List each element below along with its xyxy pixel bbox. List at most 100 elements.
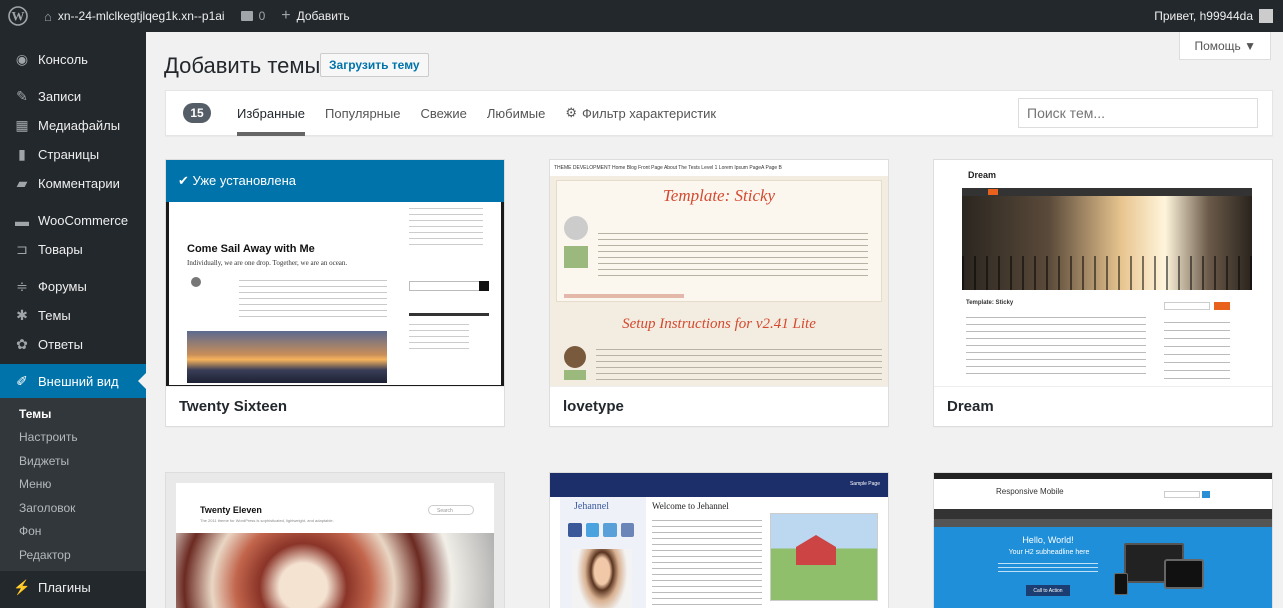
comments-count: 0 [258,9,266,23]
woocommerce-icon: ▬ [15,212,29,229]
submenu-header[interactable]: Заголовок [0,496,146,520]
theme-filter-bar: 15 Избранные Популярные Свежие Любимые ⚙… [165,90,1273,136]
menu-replies[interactable]: ✿ Ответы [0,330,146,359]
theme-card-twenty-eleven[interactable]: Twenty Eleven The 2011 theme for WordPre… [165,472,505,608]
topics-icon: ✱ [16,307,28,323]
preview-title: Come Sail Away with Me [187,243,315,255]
menu-label: Плагины [38,579,91,595]
submenu-customize[interactable]: Настроить [0,426,146,450]
menu-dashboard[interactable]: ◉ Консоль [0,45,146,74]
comments-link[interactable]: 0 [233,0,274,32]
theme-name: Dream [934,386,1272,426]
menu-label: WooCommerce [38,213,129,228]
menu-label: Темы [38,308,71,323]
preview-post-title: Template: Sticky [966,300,1014,306]
preview-sub: Your H2 subheadline here [1008,549,1090,556]
theme-count-badge: 15 [183,103,211,123]
preview-title: Twenty Eleven [200,505,262,515]
brush-icon: ✐ [16,372,28,389]
preview-nav: THEME DEVELOPMENT Home Blog Front Page A… [550,160,888,176]
wordpress-logo-icon[interactable]: W [0,0,36,32]
add-new-label: Добавить [296,9,350,23]
theme-card-dream[interactable]: Dream Template: Sticky Dream [933,159,1273,427]
menu-label: Страницы [38,147,100,162]
plus-icon: + [281,7,291,24]
menu-label: Внешний вид [38,373,119,389]
home-icon: ⌂ [44,8,52,24]
pin-icon: ✎ [16,88,28,104]
theme-card-jehannel[interactable]: Sample Page Jehannel Welcome to Jehannel [549,472,889,608]
account-menu[interactable]: Привет, h99944da [1146,0,1283,32]
theme-card-twenty-sixteen[interactable]: Come Sail Away with Me Individually, we … [165,159,505,427]
plugin-icon: ⚡ [13,578,31,595]
dashboard-icon: ◉ [15,51,29,67]
page-icon: ▮ [18,146,26,162]
tab-favorites[interactable]: Любимые [487,90,546,136]
theme-screenshot: Twenty Eleven The 2011 theme for WordPre… [166,473,504,608]
preview-logo: Jehannel [574,501,609,512]
appearance-submenu: Темы Настроить Виджеты Меню Заголовок Фо… [0,398,146,571]
theme-screenshot: Dream Template: Sticky [934,160,1272,386]
menu-topics[interactable]: ✱ Темы [0,301,146,330]
replies-icon: ✿ [16,336,28,352]
cart-icon: ⊐ [16,241,28,257]
submenu-editor[interactable]: Редактор [0,543,146,567]
gear-icon: ⚙ [565,105,578,120]
preview-tagline: Individually, we are one drop. Together,… [187,259,348,267]
menu-pages[interactable]: ▮ Страницы [0,140,146,169]
menu-comments[interactable]: ▰ Комментарии [0,169,146,198]
theme-search-input[interactable] [1018,98,1258,128]
theme-card-lovetype[interactable]: THEME DEVELOPMENT Home Blog Front Page A… [549,159,889,427]
menu-woocommerce[interactable]: ▬ WooCommerce [0,206,146,235]
menu-plugins[interactable]: ⚡ Плагины [0,573,146,602]
submenu-widgets[interactable]: Виджеты [0,449,146,473]
tab-latest[interactable]: Свежие [420,90,466,136]
theme-screenshot: Responsive Mobile Hello, World! Your H2 … [934,473,1272,608]
preview-title: Welcome to Jehannel [652,501,729,511]
svg-text:W: W [12,9,25,24]
preview-title: Template: Sticky [662,186,776,205]
preview-subtitle: Setup Instructions for v2.41 Lite [622,316,816,332]
tab-featured[interactable]: Избранные [237,90,305,136]
submenu-themes[interactable]: Темы [0,402,146,426]
help-label: Помощь ▼ [1194,38,1256,53]
submenu-background[interactable]: Фон [0,520,146,544]
tab-popular[interactable]: Популярные [325,90,400,136]
menu-label: Записи [38,89,82,104]
menu-media[interactable]: ▦ Медиафайлы [0,111,146,140]
admin-sidebar: ◉ Консоль ✎ Записи ▦ Медиафайлы ▮ Страни… [0,32,146,608]
menu-label: Товары [38,242,83,257]
feature-filter-button[interactable]: ⚙ Фильтр характеристик [565,90,716,136]
media-icon: ▦ [15,117,29,133]
preview-logo: Responsive Mobile [996,487,1064,496]
greeting: Привет, h99944da [1154,9,1253,23]
comment-bubble-icon [240,11,253,21]
upload-theme-button[interactable]: Загрузить тему [320,53,429,77]
page-title: Добавить темы [164,53,321,78]
feature-filter-label: Фильтр характеристик [582,105,717,121]
comment-icon: ▰ [16,175,28,191]
menu-label: Комментарии [38,176,120,191]
menu-posts[interactable]: ✎ Записи [0,82,146,111]
help-tab[interactable]: Помощь ▼ [1179,32,1271,60]
menu-label: Консоль [38,52,88,67]
menu-products[interactable]: ⊐ Товары [0,235,146,264]
admin-bar: W ⌂ xn--24-mlclkegtjlqeg1k.xn--p1ai 0 + … [0,0,1283,32]
preview-hello: Hello, World! [1022,535,1074,545]
theme-name: Twenty Sixteen [166,386,504,426]
submenu-menus[interactable]: Меню [0,473,146,497]
site-name-link[interactable]: ⌂ xn--24-mlclkegtjlqeg1k.xn--p1ai [36,0,233,32]
add-new-link[interactable]: + Добавить [273,0,357,32]
site-name: xn--24-mlclkegtjlqeg1k.xn--p1ai [57,9,225,23]
main-content: Помощь ▼ Добавить темы Загрузить тему 15… [146,32,1283,608]
preview-search: Search [428,505,474,515]
preview-btn: Call to Action [1026,585,1070,596]
menu-appearance[interactable]: ✐ Внешний вид [0,364,146,398]
preview-tagline: The 2011 theme for WordPress is sophisti… [200,518,334,523]
installed-banner: ✔ Уже установлена [166,160,504,202]
theme-card-responsive-mobile[interactable]: Responsive Mobile Hello, World! Your H2 … [933,472,1273,608]
preview-logo: Dream [968,170,997,180]
avatar [1259,9,1273,23]
menu-forums[interactable]: ≑ Форумы [0,272,146,301]
theme-screenshot: Sample Page Jehannel Welcome to Jehannel [550,473,888,608]
